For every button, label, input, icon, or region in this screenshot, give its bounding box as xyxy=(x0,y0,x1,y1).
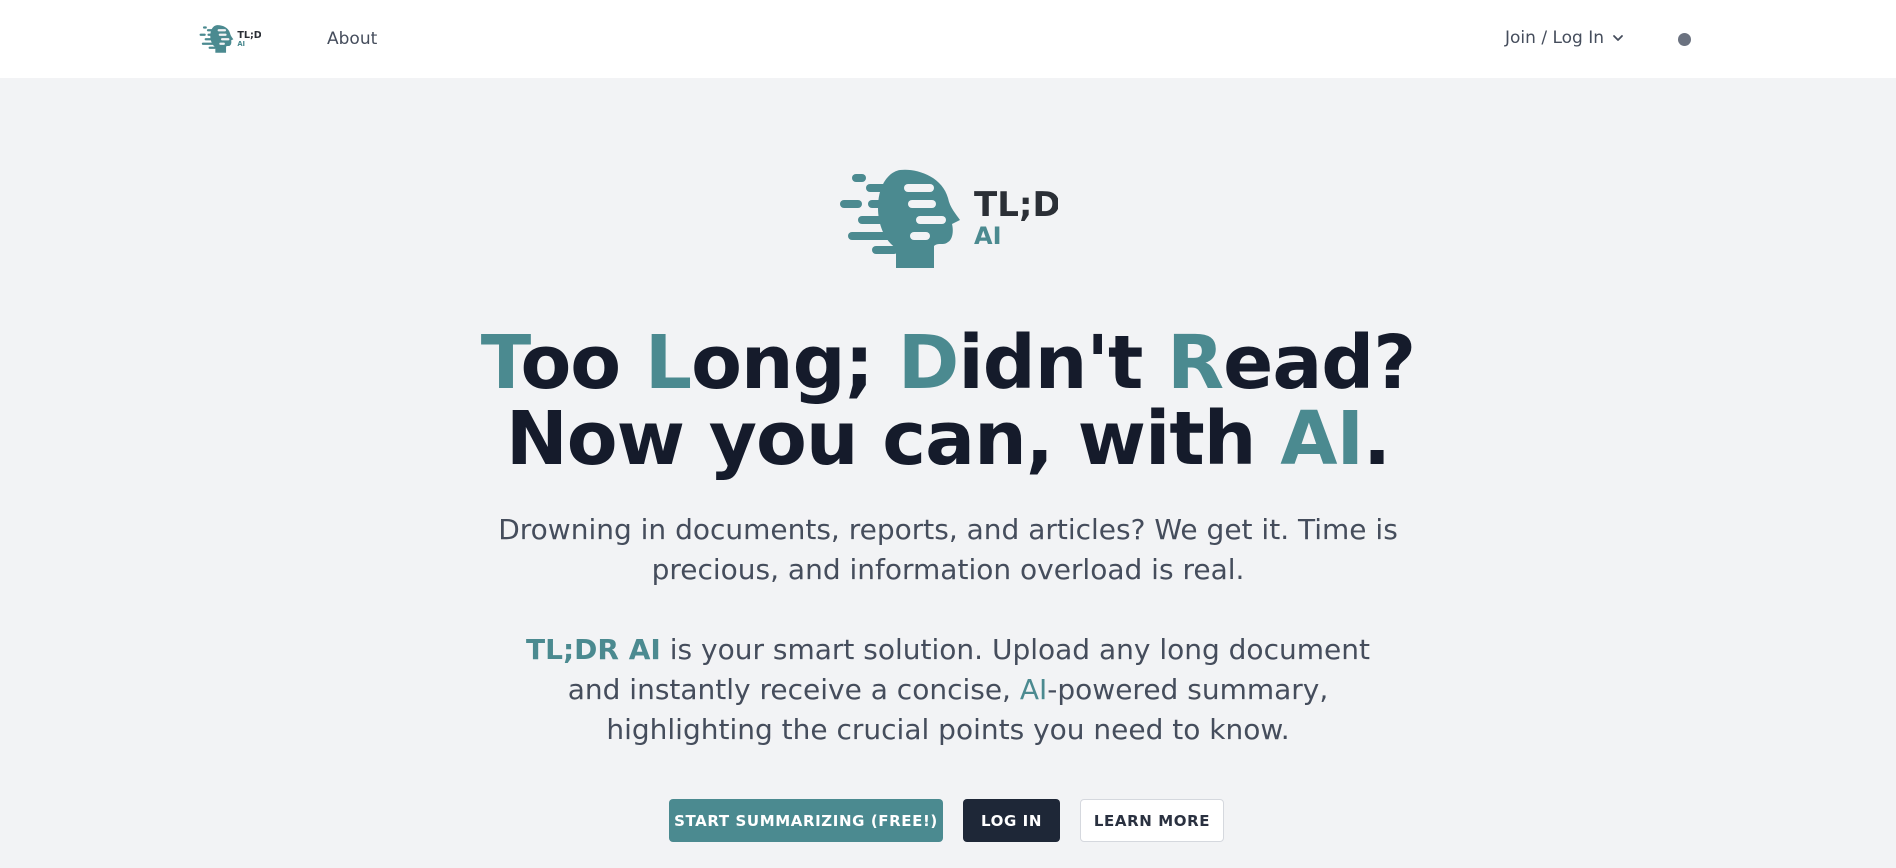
headline-accent-letter: D xyxy=(897,320,959,406)
headline-line-2: Now you can, with AI. xyxy=(0,401,1896,477)
nav-about-link[interactable]: About xyxy=(327,29,377,49)
headline-accent-letter: T xyxy=(480,320,522,406)
headline-text: oo xyxy=(520,320,645,406)
learn-more-button[interactable]: LEARN MORE xyxy=(1080,799,1224,842)
navbar: TL;DR AI About Join / Log In xyxy=(0,0,1896,78)
start-summarizing-button[interactable]: START SUMMARIZING (FREE!) xyxy=(669,799,943,842)
svg-text:TL;DR: TL;DR xyxy=(237,30,261,41)
svg-text:AI: AI xyxy=(237,40,245,48)
hero-logo-text: TL;DR xyxy=(974,185,1058,225)
chevron-down-icon xyxy=(1613,35,1623,41)
hero-intro-paragraph: Drowning in documents, reports, and arti… xyxy=(498,513,1398,586)
tldr-logo-icon[interactable]: TL;DR AI xyxy=(199,23,261,55)
join-login-label: Join / Log In xyxy=(1505,28,1605,48)
headline-text: ong; xyxy=(691,320,898,406)
hero-logo-subtext: AI xyxy=(974,222,1002,250)
tldr-hero-logo-icon: TL;DR AI xyxy=(840,169,1058,268)
brand-name: TL;DR AI xyxy=(526,633,661,666)
ai-highlight: AI xyxy=(1019,673,1048,706)
hero-headline: Too Long; Didn't Read? Now you can, with… xyxy=(0,325,1896,477)
theme-toggle-icon[interactable] xyxy=(1678,33,1691,46)
join-login-dropdown[interactable]: Join / Log In xyxy=(1505,28,1624,48)
headline-line-1: Too Long; Didn't Read? xyxy=(0,325,1896,401)
headline-text: idn't xyxy=(958,320,1168,406)
headline-accent-letter: L xyxy=(644,320,692,406)
login-button[interactable]: LOG IN xyxy=(963,799,1060,842)
headline-text: ead? xyxy=(1223,320,1416,406)
hero-description-paragraph: TL;DR AI is your smart solution. Upload … xyxy=(498,630,1398,750)
headline-accent-letter: R xyxy=(1167,320,1224,406)
headline-text: Now you can, with xyxy=(505,396,1281,482)
headline-text: . xyxy=(1363,396,1391,482)
headline-accent-letter: AI xyxy=(1280,396,1364,482)
